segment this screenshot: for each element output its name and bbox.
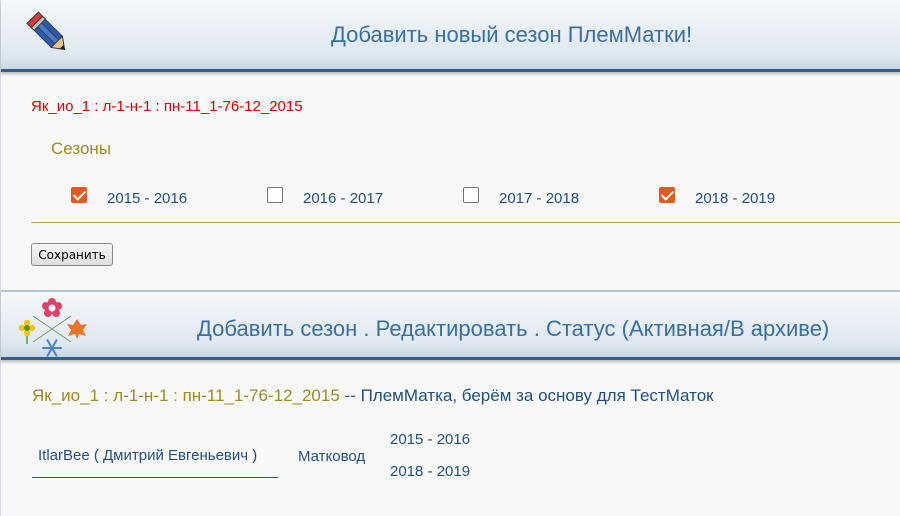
queen-description: ПлемМатка, берём за основу для ТестМаток	[360, 386, 714, 405]
checkbox[interactable]	[71, 187, 87, 203]
season-label: 2018 - 2019	[695, 190, 776, 207]
save-button[interactable]: Сохранить	[31, 243, 113, 266]
breeder-link[interactable]: ItlarBee ( Дмитрий Евгеньевич )	[32, 437, 278, 478]
season-link-2018-2019[interactable]: 2018 - 2019	[390, 463, 470, 480]
season-status-panel: Добавить сезон . Редактировать . Статус …	[0, 290, 900, 516]
checkbox[interactable]	[659, 187, 675, 203]
queen-title: Як_ио_1 : л-1-н-1 : пн-11_1-76-12_2015	[31, 98, 303, 115]
add-season-panel: Добавить новый сезон ПлемМатки! Як_ио_1 …	[0, 0, 900, 290]
divider	[31, 222, 900, 223]
queen-name: Як_ио_1 : л-1-н-1 : пн-11_1-76-12_2015	[32, 386, 340, 405]
pencil-icon	[26, 11, 66, 51]
checkbox[interactable]	[463, 187, 479, 203]
section-title: Добавить сезон . Редактировать . Статус …	[197, 316, 830, 341]
seasons-label: Сезоны	[51, 139, 112, 158]
separator: --	[339, 386, 361, 405]
season-label: 2017 - 2018	[499, 190, 580, 207]
season-label: 2016 - 2017	[303, 190, 384, 207]
page-title: Добавить новый сезон ПлемМатки!	[331, 22, 693, 47]
season-label: 2015 - 2016	[107, 190, 188, 207]
season-link-2015-2016[interactable]: 2015 - 2016	[390, 431, 470, 448]
season-status-header: Добавить сезон . Редактировать . Статус …	[1, 290, 900, 360]
seasons-icon	[18, 298, 87, 357]
role-label: Матковод	[298, 448, 366, 465]
add-season-header: Добавить новый сезон ПлемМатки!	[1, 0, 900, 72]
breeder-name[interactable]: ItlarBee ( Дмитрий Евгеньевич )	[38, 447, 257, 464]
checkbox[interactable]	[267, 187, 283, 203]
queen-summary: Як_ио_1 : л-1-н-1 : пн-11_1-76-12_2015 -…	[32, 386, 714, 406]
